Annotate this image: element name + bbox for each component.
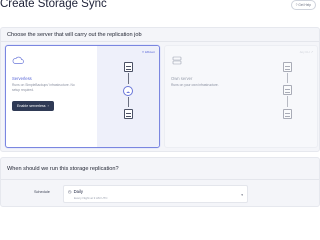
- destination-server-icon: [124, 109, 133, 119]
- serverless-diagram: ✦ Efficient ☁: [97, 46, 159, 147]
- enable-serverless-label: Enable serverless: [17, 104, 46, 108]
- schedule-subtext: Every Night at 3 AM UTC: [74, 195, 108, 200]
- option-serverless-description: Runs on SimpleBackups' infrastructure. N…: [12, 83, 75, 92]
- page-title: Create Storage Sync: [0, 0, 107, 10]
- clock-icon: ◷: [68, 189, 72, 194]
- connector-line: [128, 73, 129, 84]
- external-link-icon: ↗: [310, 50, 313, 54]
- schedule-card-heading: When should we run this storage replicat…: [1, 158, 319, 180]
- destination-server-icon: [283, 109, 292, 119]
- own-server-diagram: Any CLI ↗: [256, 46, 317, 147]
- chevron-right-icon: ›: [47, 104, 49, 108]
- cloud-icon: [12, 56, 24, 64]
- server-selection-card: Choose the server that will carry out th…: [0, 27, 320, 152]
- schedule-label: Schedule: [34, 190, 50, 194]
- option-serverless[interactable]: Serverless Runs on SimpleBackups' infras…: [5, 45, 160, 148]
- server-icon: [172, 56, 182, 65]
- enable-serverless-button[interactable]: Enable serverless ›: [12, 101, 54, 111]
- own-server-badge-label: Any CLI: [299, 50, 310, 54]
- server-card-heading: Choose the server that will carry out th…: [1, 28, 319, 42]
- connector-line: [287, 73, 288, 83]
- get-help-button[interactable]: ? Get Help: [290, 0, 316, 10]
- question-circle-icon: ?: [295, 3, 298, 7]
- option-own-server-title: Own server: [171, 76, 193, 81]
- cloud-sync-icon: ☁: [123, 86, 133, 96]
- connector-line: [287, 96, 288, 107]
- option-own-server-description: Runs on your own infrastructure.: [171, 83, 219, 87]
- sparkle-icon: ✦: [141, 50, 145, 54]
- serverless-badge-label: Efficient: [145, 50, 155, 54]
- schedule-value: Daily: [73, 189, 83, 194]
- serverless-badge: ✦ Efficient: [142, 50, 155, 54]
- schedule-card: When should we run this storage replicat…: [0, 157, 320, 207]
- chevron-down-icon: ▾: [241, 193, 243, 197]
- schedule-select[interactable]: ◷ Daily Every Night at 3 AM UTC ▾: [63, 185, 248, 203]
- source-server-icon: [124, 62, 133, 72]
- option-own-server[interactable]: Own server Runs on your own infrastructu…: [164, 45, 318, 148]
- own-server-badge: Any CLI ↗: [300, 50, 313, 54]
- agent-server-icon: [283, 85, 292, 95]
- get-help-label: Get Help: [298, 3, 311, 7]
- option-serverless-title: Serverless: [12, 76, 32, 81]
- source-server-icon: [283, 62, 292, 72]
- connector-line: [128, 97, 129, 107]
